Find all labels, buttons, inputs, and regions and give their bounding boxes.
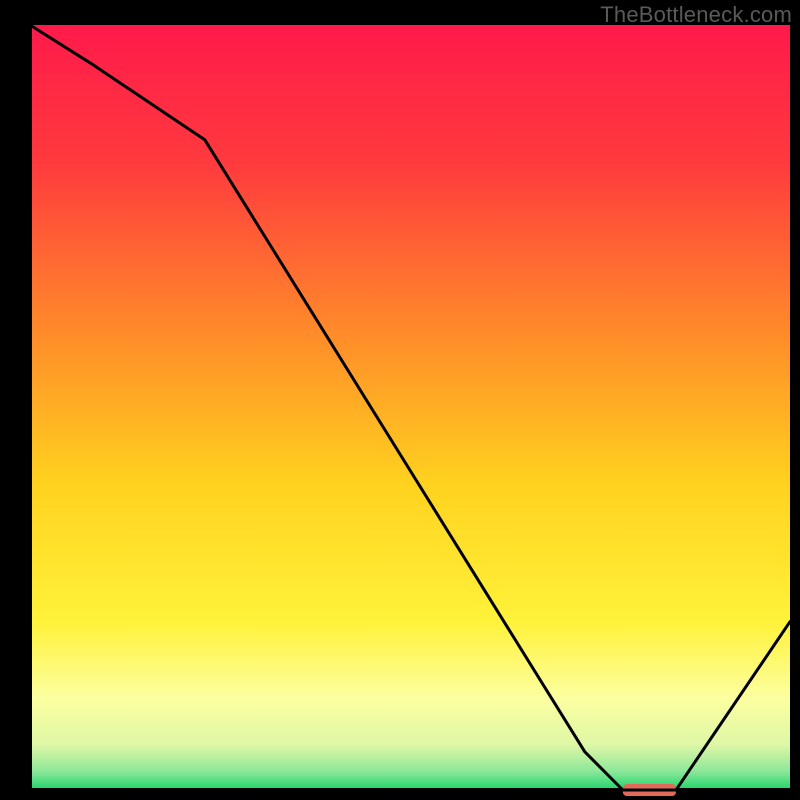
chart-container: TheBottleneck.com [0,0,800,800]
plot-gradient-area [30,25,790,790]
watermark-text: TheBottleneck.com [600,2,792,28]
bottleneck-chart [0,0,800,800]
